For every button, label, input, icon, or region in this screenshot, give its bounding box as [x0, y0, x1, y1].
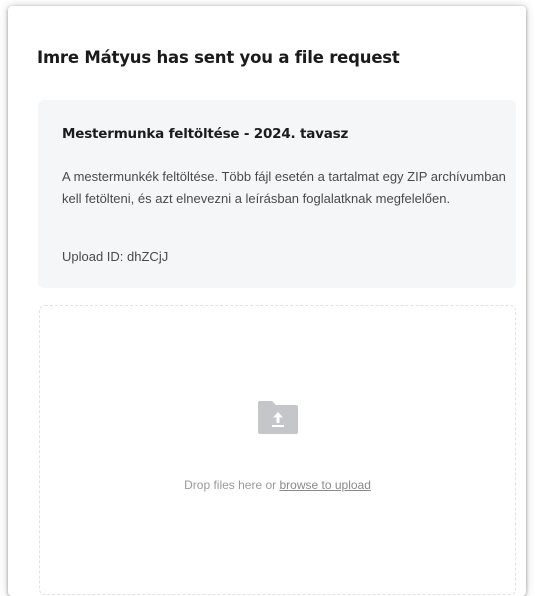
dropzone-text: Drop files here or — [184, 478, 280, 492]
upload-id: Upload ID: dhZCjJ — [62, 249, 169, 264]
dropzone-instructions: Drop files here or browse to upload — [40, 478, 515, 492]
request-info-panel: Mestermunka feltöltése - 2024. tavasz A … — [38, 100, 516, 288]
file-dropzone[interactable]: Drop files here or browse to upload — [39, 305, 516, 595]
page-title: Imre Mátyus has sent you a file request — [37, 48, 400, 67]
browse-to-upload-link[interactable]: browse to upload — [279, 478, 370, 492]
folder-upload-icon — [258, 401, 298, 434]
file-request-card: Imre Mátyus has sent you a file request … — [8, 6, 526, 596]
request-description: A mestermunkék feltöltése. Több fájl ese… — [62, 169, 506, 206]
request-title: Mestermunka feltöltése - 2024. tavasz — [62, 126, 349, 142]
